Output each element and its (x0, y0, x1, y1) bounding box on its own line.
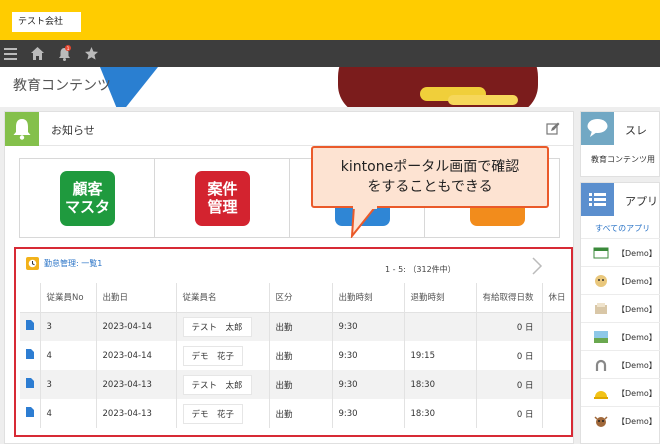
all-apps-link[interactable]: すべてのアプリ (595, 223, 650, 234)
employee-name: デモ 花子 (182, 345, 244, 366)
space-title: スレ (625, 124, 647, 137)
record-detail-icon[interactable] (26, 378, 34, 388)
landscape-app-icon (594, 331, 608, 343)
chat-bubble-icon (587, 119, 608, 137)
callout-tail (350, 206, 378, 238)
project-management-icon: 案件 管理 (195, 171, 250, 226)
list-icon (589, 193, 606, 206)
employee-name: デモ 花子 (182, 403, 244, 424)
notice-title: お知らせ (51, 124, 95, 137)
menu-icon[interactable] (3, 45, 20, 62)
app-list-item[interactable]: 【Demo】 (581, 238, 660, 266)
company-name[interactable]: テスト会社 (12, 12, 81, 32)
app-list-item[interactable]: 【Demo】 (581, 322, 660, 350)
notice-panel-header: お知らせ (5, 112, 573, 146)
apps-icon-box (581, 183, 614, 216)
column-header: 従業員No (40, 283, 97, 313)
chevron-right-icon[interactable] (531, 257, 543, 275)
space-item[interactable]: 教育コンテンツ用 (591, 154, 655, 165)
app-list-item[interactable]: 【Demo】 (581, 294, 660, 322)
space-icon-box (581, 112, 614, 145)
app-list-item[interactable]: 【Demo】 (581, 266, 660, 294)
table-row[interactable]: 4 2023-04-13 デモ 花子 出勤 9:30 18:30 0 日 (20, 399, 571, 428)
attendance-app-icon (26, 257, 39, 270)
notification-badge: 1 (67, 46, 70, 52)
column-header: 区分 (269, 283, 333, 313)
animal-app-icon (595, 275, 607, 287)
banner-title: 教育コンテンツ (13, 78, 111, 94)
record-detail-icon[interactable] (26, 349, 34, 359)
app-list-item[interactable]: 【Demo】 (581, 406, 660, 434)
attendance-list-portlet: 勤怠管理: 一覧1 1 - 5: （312件中） 従業員No 出勤日 従業員名 … (14, 247, 573, 437)
apps-panel: アプリ すべてのアプリ 【Demo】 【Demo】 【Demo】 【Demo】 … (580, 182, 660, 444)
notice-icon-box (5, 112, 39, 146)
apps-title: アプリ (625, 195, 658, 208)
table-row[interactable]: 3 2023-04-13 テスト 太郎 出勤 9:30 18:30 0 日 (20, 370, 571, 399)
bell-icon[interactable]: 1 (56, 45, 73, 62)
column-header: 出勤時刻 (332, 283, 405, 313)
header-bar: テスト会社 (0, 0, 660, 40)
column-header (20, 283, 41, 313)
table-app-icon (593, 247, 609, 259)
attendance-list-link[interactable]: 勤怠管理: 一覧1 (44, 258, 102, 269)
record-detail-icon[interactable] (26, 407, 34, 417)
home-icon[interactable] (29, 45, 46, 62)
tile-project-management[interactable]: 案件 管理 (155, 159, 290, 237)
bell-icon (13, 119, 31, 140)
table-row[interactable]: 4 2023-04-14 デモ 花子 出勤 9:30 19:15 0 日 (20, 341, 571, 370)
table-header-row: 従業員No 出勤日 従業員名 区分 出勤時刻 退勤時刻 有給取得日数 休日 (20, 283, 571, 313)
record-detail-icon[interactable] (26, 320, 34, 331)
edit-icon[interactable] (546, 122, 560, 136)
employee-name: テスト 太郎 (182, 374, 252, 395)
customer-master-icon: 顧客 マスタ (60, 171, 115, 226)
nav-bar: 1 (0, 40, 660, 67)
helmet-app-icon (594, 391, 608, 399)
column-header: 退勤時刻 (404, 283, 477, 313)
column-header: 出勤日 (96, 283, 177, 313)
portal-banner: 教育コンテンツ (0, 67, 660, 107)
banner-illustration-detail (448, 95, 518, 105)
app-list-item[interactable]: 【Demo】 (581, 378, 660, 406)
cow-app-icon (594, 416, 608, 427)
space-panel: スレ 教育コンテンツ用 (580, 111, 660, 177)
star-icon[interactable] (83, 45, 100, 62)
column-header: 有給取得日数 (476, 283, 543, 313)
annotation-callout: kintoneポータル画面で確認 をすることもできる (311, 146, 549, 208)
employee-name: テスト 太郎 (182, 316, 252, 337)
column-header: 従業員名 (176, 283, 270, 313)
tile-customer-master[interactable]: 顧客 マスタ (20, 159, 155, 237)
column-header: 休日 (542, 283, 571, 313)
app-list-item[interactable]: 【Demo】 (581, 350, 660, 378)
table-row[interactable]: 3 2023-04-14 テスト 太郎 出勤 9:30 0 日 (20, 312, 571, 341)
document-app-icon (595, 303, 607, 314)
attendance-table: 従業員No 出勤日 従業員名 区分 出勤時刻 退勤時刻 有給取得日数 休日 3 … (20, 283, 571, 428)
record-count: 1 - 5: （312件中） (385, 265, 456, 274)
horseshoe-app-icon (595, 359, 607, 371)
